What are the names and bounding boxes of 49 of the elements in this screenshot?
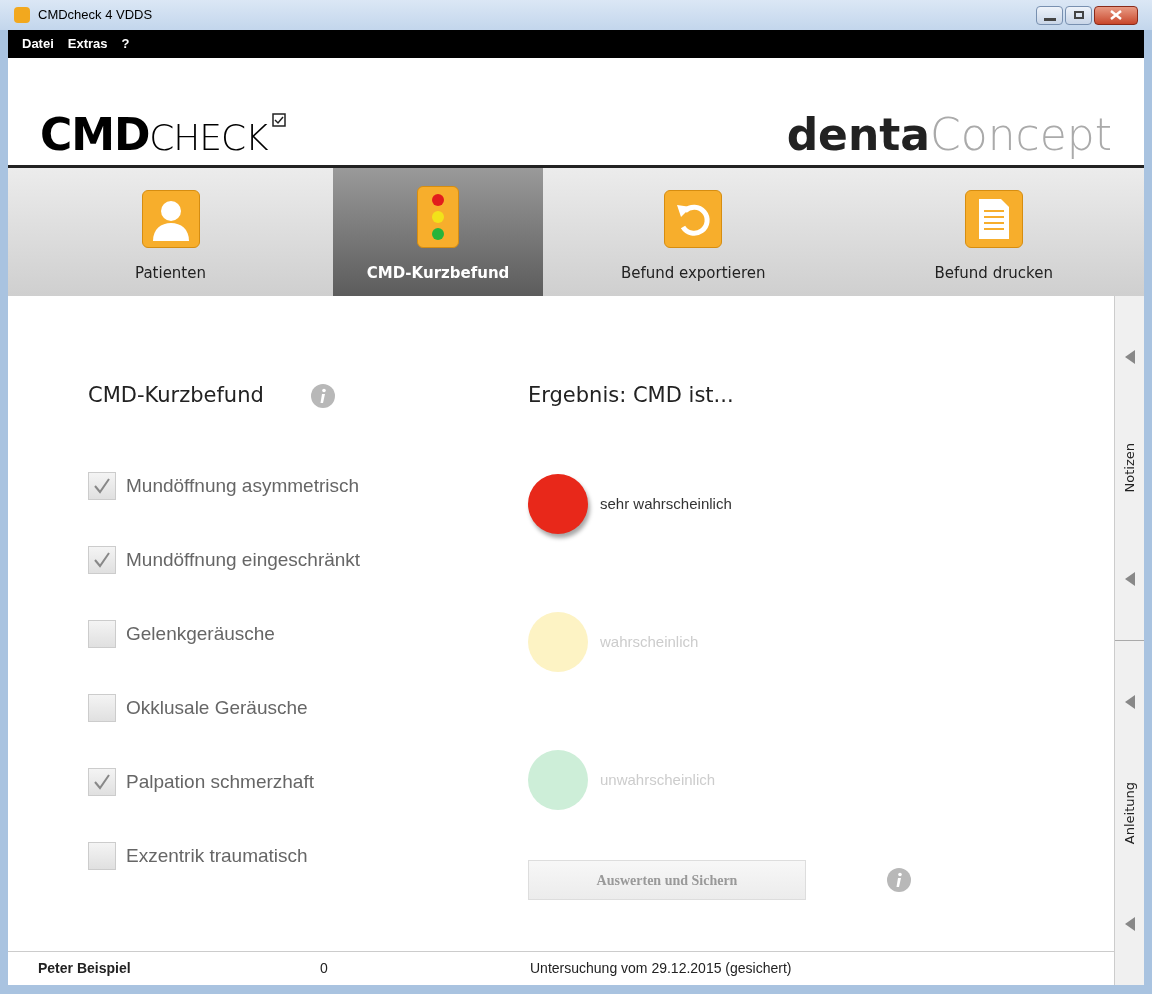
section-title: CMD-Kurzbefund xyxy=(88,382,264,410)
checkmark-icon xyxy=(93,773,111,791)
maximize-button[interactable] xyxy=(1065,5,1092,25)
nav-tab[interactable]: CMD-Kurzbefund xyxy=(333,168,543,296)
menu-item[interactable]: Datei xyxy=(22,34,54,54)
minimize-button[interactable] xyxy=(1036,5,1063,25)
menu-item[interactable]: ? xyxy=(121,34,130,54)
brand-logo: dentaConcept xyxy=(786,113,1112,157)
checkbox[interactable] xyxy=(88,472,116,500)
collapse-arrow-icon[interactable] xyxy=(1124,572,1135,586)
close-button[interactable] xyxy=(1094,5,1138,25)
document-icon xyxy=(964,189,1023,248)
checkbox-label: Palpation schmerzhaft xyxy=(126,769,314,794)
menu-item[interactable]: Extras xyxy=(67,34,108,54)
collapse-arrow-icon[interactable] xyxy=(1124,695,1135,709)
window-title: CMDcheck 4 VDDS xyxy=(38,6,153,25)
collapse-arrow-icon[interactable] xyxy=(1124,350,1135,364)
logo: CMDCHECK xyxy=(40,113,268,157)
nav-tab[interactable]: Patienten xyxy=(8,168,333,296)
checkbox[interactable] xyxy=(88,694,116,722)
side-panel-tab[interactable]: Notizen xyxy=(1119,443,1140,493)
checkbox[interactable] xyxy=(88,842,116,870)
undo-icon xyxy=(664,189,723,248)
exam-info: Untersuchung vom 29.12.2015 (gesichert) xyxy=(530,959,792,978)
checkbox-label: Mundöffnung eingeschränkt xyxy=(126,547,361,572)
side-panel-tab[interactable]: Anleitung xyxy=(1119,781,1140,845)
checkbox-logo-icon xyxy=(271,113,286,127)
nav-tab[interactable]: Befund drucken xyxy=(843,168,1144,296)
checkbox[interactable] xyxy=(88,620,116,648)
info-icon[interactable] xyxy=(309,383,336,409)
checkbox-label: Mundöffnung asymmetrisch xyxy=(126,473,360,498)
checkbox[interactable] xyxy=(88,546,116,574)
traffic-light-icon xyxy=(417,185,459,248)
nav-tab[interactable]: Befund exportieren xyxy=(543,168,844,296)
patient-name: Peter Beispiel xyxy=(37,959,132,978)
close-icon xyxy=(1110,10,1122,20)
status-label: sehr wahrscheinlich xyxy=(600,493,732,514)
app-icon xyxy=(14,7,30,23)
collapse-arrow-icon[interactable] xyxy=(1124,917,1135,931)
result-title: Ergebnis: CMD ist... xyxy=(528,382,735,410)
checkbox-label: Okklusale Geräusche xyxy=(126,695,308,720)
person-icon xyxy=(141,189,200,248)
count: 0 xyxy=(320,959,329,978)
checkbox[interactable] xyxy=(88,768,116,796)
checkmark-icon xyxy=(93,551,111,569)
checkbox-label: Exzentrik traumatisch xyxy=(126,843,308,868)
info-icon[interactable] xyxy=(886,867,912,893)
checkmark-icon xyxy=(93,477,111,495)
checkbox-label: Gelenkgeräusche xyxy=(126,621,275,646)
